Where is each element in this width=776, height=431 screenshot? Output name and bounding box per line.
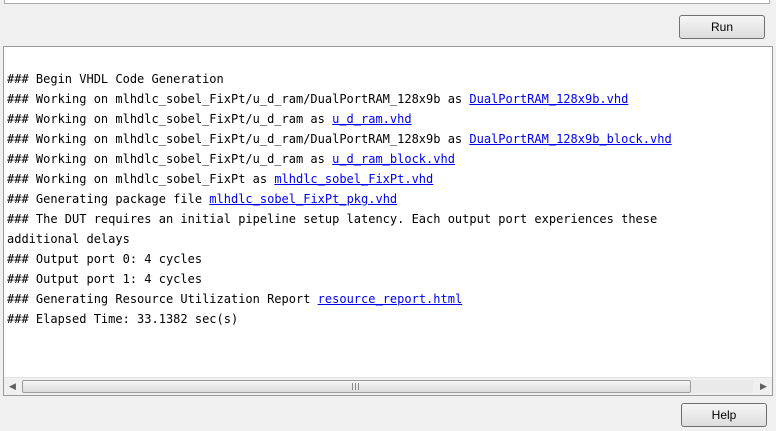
file-link[interactable]: u_d_ram_block.vhd xyxy=(332,152,455,166)
console-line: ### Working on mlhdlc_sobel_FixPt as mlh… xyxy=(7,169,768,189)
grip-icon xyxy=(352,383,361,390)
console-line: additional delays xyxy=(7,229,768,249)
console-line: ### Output port 1: 4 cycles xyxy=(7,269,768,289)
run-button-label: Run xyxy=(710,20,733,34)
console-line: ### Output port 0: 4 cycles xyxy=(7,249,768,269)
hdl-code-generation-panel: Run ### Begin VHDL Code Generation ### Wo… xyxy=(0,0,776,431)
console-line-text: ### Working on mlhdlc_sobel_FixPt/u_d_ra… xyxy=(7,132,470,146)
console-line: ### Working on mlhdlc_sobel_FixPt/u_d_ra… xyxy=(7,89,768,109)
console-line-text: ### Elapsed Time: 33.1382 sec(s) xyxy=(7,312,239,326)
horizontal-scrollbar[interactable]: ◀ ▶ xyxy=(4,377,772,395)
upper-panel-edge xyxy=(4,0,770,4)
chevron-right-icon[interactable]: ▶ xyxy=(755,378,772,395)
console-line: ### Working on mlhdlc_sobel_FixPt/u_d_ra… xyxy=(7,109,768,129)
console-line: ### Working on mlhdlc_sobel_FixPt/u_d_ra… xyxy=(7,129,768,149)
chevron-left-icon[interactable]: ◀ xyxy=(4,378,21,395)
run-button[interactable]: Run xyxy=(679,15,765,39)
scrollbar-track[interactable] xyxy=(691,380,753,393)
console-line: ### The DUT requires an initial pipeline… xyxy=(7,209,768,229)
console-line: ### Elapsed Time: 33.1382 sec(s) xyxy=(7,309,768,329)
console-line-text: ### Generating Resource Utilization Repo… xyxy=(7,292,318,306)
console-line-text: ### Begin VHDL Code Generation xyxy=(7,72,224,86)
file-link[interactable]: DualPortRAM_128x9b.vhd xyxy=(469,92,628,106)
console-line-text: additional delays xyxy=(7,232,130,246)
help-button-label: Help xyxy=(711,408,737,422)
console-line-text: ### The DUT requires an initial pipeline… xyxy=(7,212,658,226)
console-line: ### Working on mlhdlc_sobel_FixPt/u_d_ra… xyxy=(7,149,768,169)
console-line-text: ### Working on mlhdlc_sobel_FixPt as xyxy=(7,172,275,186)
console-line-text: ### Working on mlhdlc_sobel_FixPt/u_d_ra… xyxy=(7,112,333,126)
console-output[interactable]: ### Begin VHDL Code Generation ### Workin… xyxy=(3,46,773,396)
file-link[interactable]: mlhdlc_sobel_FixPt_pkg.vhd xyxy=(209,192,397,206)
console-log: ### Begin VHDL Code Generation ### Workin… xyxy=(7,69,768,329)
console-line-text: ### Output port 0: 4 cycles xyxy=(7,252,203,266)
file-link[interactable]: resource_report.html xyxy=(318,292,463,306)
console-line-text: ### Working on mlhdlc_sobel_FixPt/u_d_ra… xyxy=(7,152,333,166)
console-line: ### Generating package file mlhdlc_sobel… xyxy=(7,189,768,209)
console-line: ### Begin VHDL Code Generation xyxy=(7,69,768,89)
console-line-text: ### Output port 1: 4 cycles xyxy=(7,272,203,286)
file-link[interactable]: DualPortRAM_128x9b_block.vhd xyxy=(469,132,671,146)
help-button[interactable]: Help xyxy=(681,403,767,427)
file-link[interactable]: u_d_ram.vhd xyxy=(332,112,411,126)
scrollbar-thumb[interactable] xyxy=(22,380,691,393)
top-strip xyxy=(0,0,776,8)
file-link[interactable]: mlhdlc_sobel_FixPt.vhd xyxy=(274,172,433,186)
console-line: ### Generating Resource Utilization Repo… xyxy=(7,289,768,309)
console-line-text: ### Working on mlhdlc_sobel_FixPt/u_d_ra… xyxy=(7,92,470,106)
console-line-text: ### Generating package file xyxy=(7,192,210,206)
